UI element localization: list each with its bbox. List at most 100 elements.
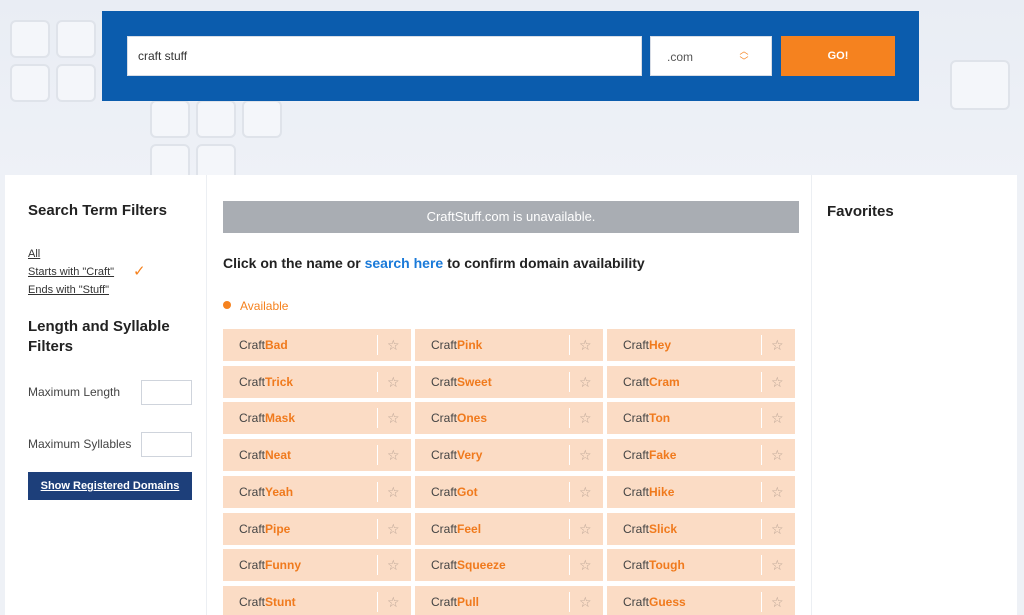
- domain-result-card[interactable]: CraftHey ☆: [607, 329, 795, 361]
- domain-result-card[interactable]: CraftHike ☆: [607, 475, 795, 508]
- star-icon[interactable]: ☆: [579, 439, 592, 471]
- star-icon[interactable]: ☆: [387, 476, 400, 508]
- domain-result-card[interactable]: CraftGuess ☆: [607, 585, 795, 615]
- domain-prefix: Craft: [431, 448, 458, 463]
- search-here-link[interactable]: search here: [365, 255, 444, 271]
- domain-suffix: Ones: [457, 411, 488, 426]
- card-divider: [569, 555, 570, 576]
- star-icon[interactable]: ☆: [771, 513, 784, 545]
- domain-result-card[interactable]: CraftFake ☆: [607, 439, 795, 472]
- domain-result-card[interactable]: CraftBad ☆: [223, 329, 411, 361]
- star-icon[interactable]: ☆: [579, 586, 592, 615]
- go-button[interactable]: GO!: [781, 36, 895, 76]
- domain-result-card[interactable]: CraftSlick ☆: [607, 512, 795, 545]
- search-input[interactable]: [127, 36, 642, 76]
- domain-result-card[interactable]: CraftMask ☆: [223, 402, 411, 435]
- max-syllables-input[interactable]: [141, 432, 192, 457]
- star-icon[interactable]: ☆: [771, 476, 784, 508]
- domain-name[interactable]: CraftPull: [431, 586, 479, 615]
- domain-result-card[interactable]: CraftTon ☆: [607, 402, 795, 435]
- domain-result-card[interactable]: CraftFeel ☆: [415, 512, 603, 545]
- domain-name[interactable]: CraftFeel: [431, 513, 481, 545]
- domain-result-card[interactable]: CraftOnes ☆: [415, 402, 603, 435]
- domain-name[interactable]: CraftGot: [431, 476, 478, 508]
- max-length-input[interactable]: [141, 380, 192, 405]
- star-icon[interactable]: ☆: [771, 329, 784, 361]
- domain-name[interactable]: CraftSlick: [623, 513, 677, 545]
- domain-name[interactable]: CraftSqueeze: [431, 549, 506, 581]
- star-icon[interactable]: ☆: [387, 366, 400, 398]
- keyboard-key-decoration: [10, 20, 50, 58]
- domain-name[interactable]: CraftTough: [623, 549, 685, 581]
- domain-prefix: Craft: [239, 338, 266, 352]
- domain-name[interactable]: CraftTrick: [239, 366, 293, 398]
- card-divider: [377, 445, 378, 466]
- star-icon[interactable]: ☆: [387, 329, 400, 361]
- star-icon[interactable]: ☆: [579, 549, 592, 581]
- domain-result-card[interactable]: CraftCram ☆: [607, 365, 795, 398]
- star-icon[interactable]: ☆: [579, 329, 592, 361]
- domain-name[interactable]: CraftNeat: [239, 439, 291, 471]
- domain-result-card[interactable]: CraftTrick ☆: [223, 365, 411, 398]
- domain-name[interactable]: CraftHey: [623, 329, 671, 361]
- domain-prefix: Craft: [623, 448, 650, 463]
- domain-prefix: Craft: [431, 411, 458, 426]
- domain-name[interactable]: CraftYeah: [239, 476, 293, 508]
- domain-name[interactable]: CraftFunny: [239, 549, 301, 581]
- domain-name[interactable]: CraftCram: [623, 366, 680, 398]
- star-icon[interactable]: ☆: [387, 439, 400, 471]
- star-icon[interactable]: ☆: [579, 402, 592, 434]
- domain-result-card[interactable]: CraftSweet ☆: [415, 365, 603, 398]
- domain-result-card[interactable]: CraftNeat ☆: [223, 439, 411, 472]
- star-icon[interactable]: ☆: [387, 513, 400, 545]
- domain-result-card[interactable]: CraftPull ☆: [415, 585, 603, 615]
- domain-name[interactable]: CraftFake: [623, 439, 676, 471]
- domain-result-card[interactable]: CraftSqueeze ☆: [415, 549, 603, 582]
- domain-name[interactable]: CraftBad: [239, 329, 288, 361]
- domain-name[interactable]: CraftStunt: [239, 586, 296, 615]
- domain-result-card[interactable]: CraftYeah ☆: [223, 475, 411, 508]
- star-icon[interactable]: ☆: [579, 476, 592, 508]
- domain-suffix: Pipe: [265, 521, 291, 536]
- star-icon[interactable]: ☆: [771, 366, 784, 398]
- domain-result-card[interactable]: CraftGot ☆: [415, 475, 603, 508]
- domain-name[interactable]: CraftMask: [239, 402, 295, 434]
- star-icon[interactable]: ☆: [771, 439, 784, 471]
- star-icon[interactable]: ☆: [771, 549, 784, 581]
- star-icon[interactable]: ☆: [387, 586, 400, 615]
- domain-prefix: Craft: [623, 558, 650, 573]
- filter-all[interactable]: All: [28, 248, 40, 260]
- star-icon[interactable]: ☆: [771, 586, 784, 615]
- domain-name[interactable]: CraftPipe: [239, 513, 290, 545]
- star-icon[interactable]: ☆: [771, 402, 784, 434]
- star-icon[interactable]: ☆: [387, 402, 400, 434]
- card-divider: [761, 408, 762, 429]
- domain-prefix: Craft: [239, 521, 266, 536]
- domain-name[interactable]: CraftVery: [431, 439, 482, 471]
- domain-result-card[interactable]: CraftTough ☆: [607, 549, 795, 582]
- star-icon[interactable]: ☆: [579, 366, 592, 398]
- domain-result-card[interactable]: CraftPipe ☆: [223, 512, 411, 545]
- tld-select[interactable]: .com ︿ ﹀: [650, 36, 772, 76]
- domain-name[interactable]: CraftOnes: [431, 402, 487, 434]
- domain-result-card[interactable]: CraftPink ☆: [415, 329, 603, 361]
- search-term-filters-title: Search Term Filters: [28, 202, 167, 219]
- domain-result-card[interactable]: CraftStunt ☆: [223, 585, 411, 615]
- domain-name[interactable]: CraftTon: [623, 402, 670, 434]
- filter-ends-with[interactable]: Ends with "Stuff": [28, 284, 109, 296]
- domain-result-card[interactable]: CraftFunny ☆: [223, 549, 411, 582]
- card-divider: [569, 591, 570, 612]
- keyboard-key-decoration: [10, 64, 50, 102]
- star-icon[interactable]: ☆: [387, 549, 400, 581]
- card-divider: [761, 591, 762, 612]
- show-registered-domains-button[interactable]: Show Registered Domains: [28, 472, 192, 500]
- keyboard-key-decoration: [56, 20, 96, 58]
- filter-starts-with[interactable]: Starts with "Craft": [28, 266, 114, 278]
- domain-name[interactable]: CraftSweet: [431, 366, 492, 398]
- star-icon[interactable]: ☆: [579, 513, 592, 545]
- domain-name[interactable]: CraftGuess: [623, 586, 686, 615]
- domain-name[interactable]: CraftHike: [623, 476, 674, 508]
- domain-name[interactable]: CraftPink: [431, 329, 482, 361]
- domain-result-card[interactable]: CraftVery ☆: [415, 439, 603, 472]
- filters-sidebar: Search Term Filters All Starts with "Cra…: [5, 175, 207, 615]
